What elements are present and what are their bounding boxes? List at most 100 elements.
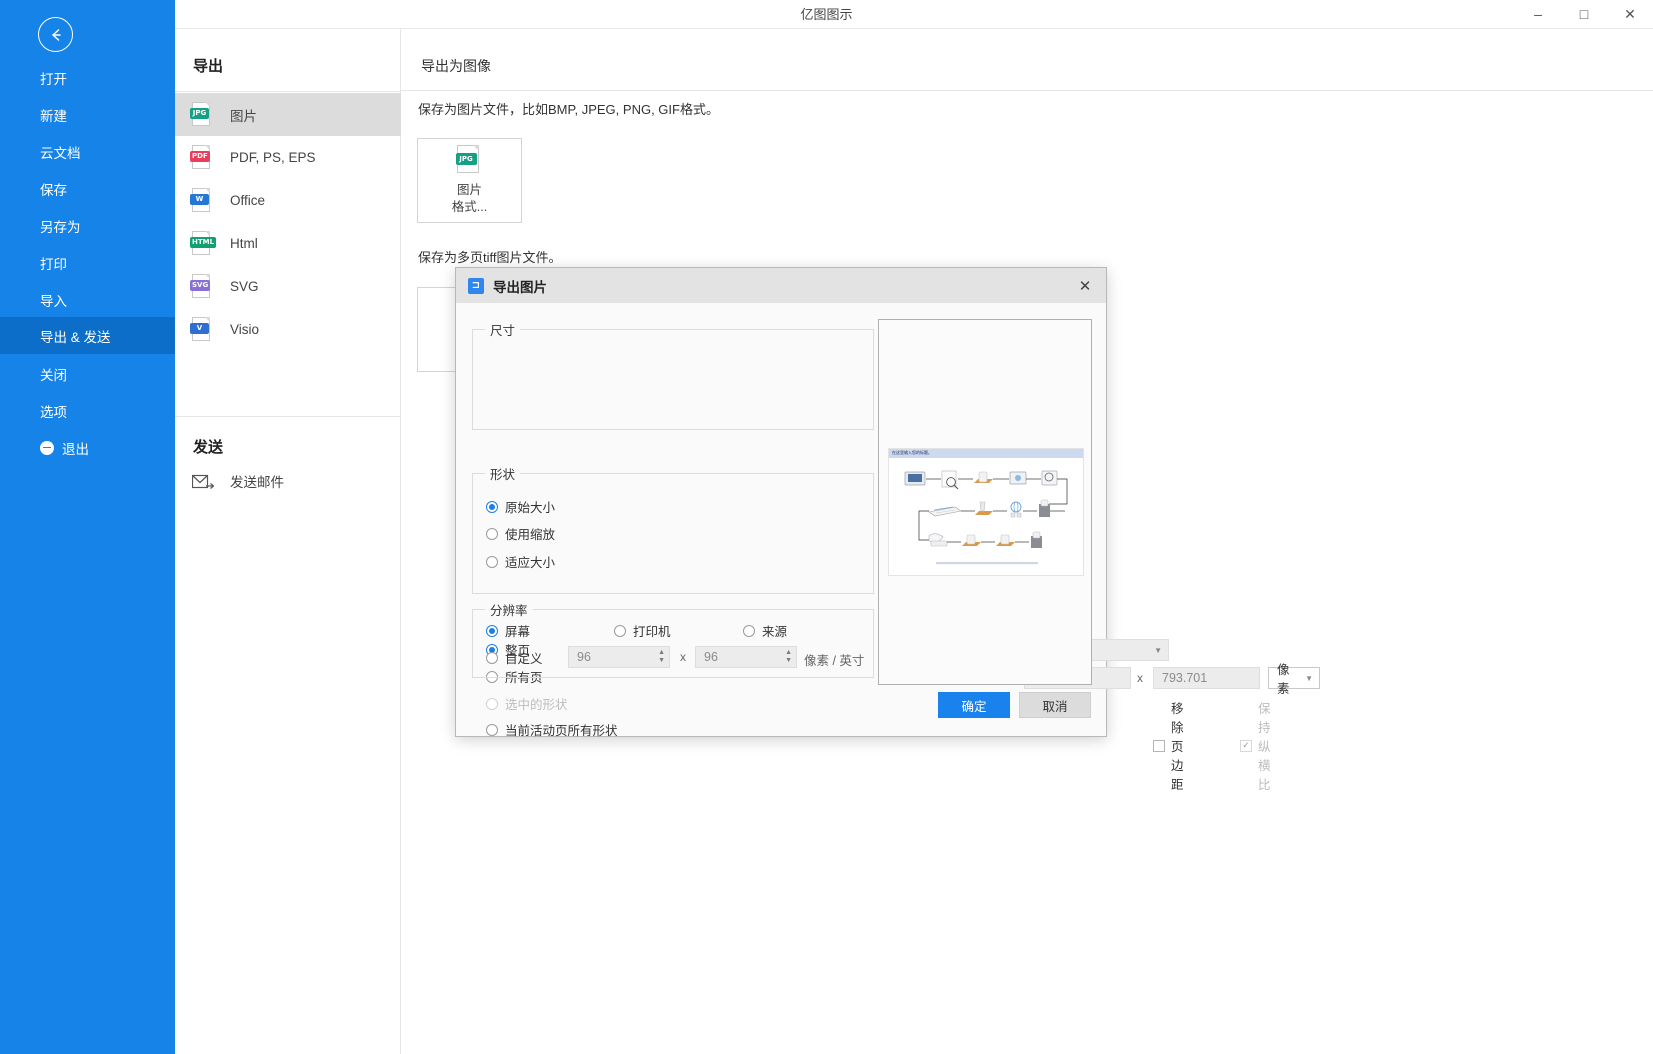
dialog-app-icon: ⊐ bbox=[468, 278, 484, 294]
dpi-y-stepper[interactable]: 96 ▲ ▼ bbox=[695, 646, 797, 668]
confirm-button[interactable]: 确定 bbox=[938, 692, 1010, 718]
radio-all-shapes-current-page[interactable]: 当前活动页所有形状 bbox=[486, 720, 618, 739]
resolution-group-legend: 分辨率 bbox=[485, 600, 533, 619]
sidebar-item-label: 云文档 bbox=[40, 142, 81, 162]
export-image-dialog: ⊐ 导出图片 ✕ 尺寸 原始大小 使用缩放 100% ▼ 适应大小 1122.5… bbox=[455, 267, 1107, 737]
dpi-y-value: 96 bbox=[704, 650, 718, 664]
maximize-button[interactable]: □ bbox=[1561, 0, 1607, 29]
jpg-file-icon: JPG bbox=[457, 145, 483, 175]
radio-printer[interactable]: 打印机 bbox=[614, 621, 671, 640]
format-item-label: Html bbox=[230, 236, 258, 251]
divider bbox=[175, 416, 401, 417]
app-title: 亿图图示 bbox=[0, 0, 1653, 29]
remove-margin-checkbox[interactable]: 移除页边距 bbox=[1153, 698, 1184, 793]
cancel-button[interactable]: 取消 bbox=[1019, 692, 1091, 718]
pdf-file-icon: PDF bbox=[192, 145, 214, 171]
chevron-down-icon: ▼ bbox=[1154, 646, 1162, 655]
visio-file-icon: V bbox=[192, 317, 214, 343]
tiff-export-description: 保存为多页tiff图片文件。 bbox=[418, 247, 562, 266]
radio-label: 打印机 bbox=[633, 621, 671, 640]
send-heading: 发送 bbox=[193, 436, 223, 457]
dialog-close-button[interactable]: ✕ bbox=[1064, 268, 1106, 303]
sidebar-item-cloud[interactable]: 云文档 bbox=[0, 133, 175, 170]
back-button[interactable] bbox=[38, 17, 73, 52]
radio-indicator bbox=[486, 652, 498, 664]
sidebar-item-label: 打开 bbox=[40, 68, 67, 88]
close-window-button[interactable]: ✕ bbox=[1607, 0, 1653, 29]
fit-height-input[interactable]: 793.701 bbox=[1153, 667, 1260, 689]
multiply-separator: x bbox=[680, 650, 686, 664]
html-file-icon: HTML bbox=[192, 231, 214, 257]
mail-send-icon bbox=[192, 473, 214, 490]
sidebar-item-exit[interactable]: 退出 bbox=[0, 429, 175, 466]
svg-file-icon: SVG bbox=[192, 274, 214, 300]
radio-source[interactable]: 来源 bbox=[743, 621, 787, 640]
spin-down-icon[interactable]: ▼ bbox=[785, 658, 792, 664]
sidebar-item-import[interactable]: 导入 bbox=[0, 281, 175, 318]
export-preview-pane: 在这里输入您的标题。 bbox=[878, 319, 1092, 685]
sidebar-item-label: 另存为 bbox=[40, 216, 81, 236]
minimize-button[interactable]: – bbox=[1515, 0, 1561, 29]
size-group-legend: 尺寸 bbox=[485, 320, 520, 339]
format-item-visio[interactable]: V Visio bbox=[175, 308, 401, 351]
sidebar-item-label: 打印 bbox=[40, 253, 67, 273]
jpg-tag: JPG bbox=[190, 108, 209, 119]
page-title: 导出为图像 bbox=[421, 56, 491, 76]
spin-up-icon[interactable]: ▲ bbox=[658, 650, 665, 656]
keep-aspect-ratio-checkbox: ✓ 保持纵横比 bbox=[1240, 698, 1271, 793]
preview-flowchart-graphic bbox=[889, 458, 1084, 576]
sidebar-item-print[interactable]: 打印 bbox=[0, 244, 175, 281]
sidebar-item-save-as[interactable]: 另存为 bbox=[0, 207, 175, 244]
radio-label: 选中的形状 bbox=[505, 694, 568, 713]
format-item-office[interactable]: W Office bbox=[175, 179, 401, 222]
stepper-arrows[interactable]: ▲ ▼ bbox=[658, 650, 665, 664]
image-export-description: 保存为图片文件，比如BMP, JPEG, PNG, GIF格式。 bbox=[418, 99, 719, 118]
unit-dropdown[interactable]: 像素 ▼ bbox=[1268, 667, 1320, 689]
radio-selected-shapes: 选中的形状 bbox=[486, 694, 568, 713]
radio-label: 来源 bbox=[762, 621, 787, 640]
format-item-pdf[interactable]: PDF PDF, PS, EPS bbox=[175, 136, 401, 179]
sidebar-item-label: 导出 & 发送 bbox=[40, 326, 111, 346]
backstage-sidebar: 打开 新建 云文档 保存 另存为 打印 导入 导出 & 发送 关闭 选项 退出 bbox=[0, 0, 175, 1054]
shape-group: 形状 bbox=[472, 464, 874, 594]
radio-screen[interactable]: 屏幕 bbox=[486, 621, 530, 640]
spin-down-icon[interactable]: ▼ bbox=[658, 658, 665, 664]
unit-value: 像素 bbox=[1277, 659, 1299, 697]
format-item-image[interactable]: JPG 图片 bbox=[175, 93, 401, 136]
checkbox-label: 保持纵横比 bbox=[1258, 698, 1271, 793]
send-mail-label: 发送邮件 bbox=[230, 471, 284, 491]
export-heading: 导出 bbox=[193, 55, 223, 76]
multiply-separator: x bbox=[1137, 671, 1143, 685]
tile-label-line2: 格式... bbox=[452, 200, 487, 214]
dpi-x-stepper[interactable]: 96 ▲ ▼ bbox=[568, 646, 670, 668]
sidebar-item-label: 选项 bbox=[40, 401, 67, 421]
format-item-label: SVG bbox=[230, 279, 259, 294]
stepper-arrows[interactable]: ▲ ▼ bbox=[785, 650, 792, 664]
send-mail-item[interactable]: 发送邮件 bbox=[192, 471, 284, 491]
arrow-left-icon bbox=[47, 26, 65, 44]
sidebar-item-open[interactable]: 打开 bbox=[0, 59, 175, 96]
dialog-title: 导出图片 bbox=[493, 276, 547, 296]
image-format-tile[interactable]: JPG 图片 格式... bbox=[417, 138, 522, 223]
format-item-html[interactable]: HTML Html bbox=[175, 222, 401, 265]
sidebar-item-save[interactable]: 保存 bbox=[0, 170, 175, 207]
spin-up-icon[interactable]: ▲ bbox=[785, 650, 792, 656]
radio-label: 当前活动页所有形状 bbox=[505, 720, 618, 739]
word-tag: W bbox=[190, 194, 209, 205]
format-item-label: 图片 bbox=[230, 105, 257, 125]
format-item-svg[interactable]: SVG SVG bbox=[175, 265, 401, 308]
sidebar-item-options[interactable]: 选项 bbox=[0, 392, 175, 429]
sidebar-item-label: 保存 bbox=[40, 179, 67, 199]
radio-custom-dpi[interactable]: 自定义 bbox=[486, 648, 543, 667]
chevron-down-icon: ▼ bbox=[1305, 674, 1313, 683]
radio-indicator bbox=[486, 698, 498, 710]
sidebar-item-label: 导入 bbox=[40, 290, 67, 310]
dialog-titlebar: ⊐ 导出图片 bbox=[456, 268, 1106, 303]
format-item-label: Visio bbox=[230, 322, 259, 337]
sidebar-item-new[interactable]: 新建 bbox=[0, 96, 175, 133]
sidebar-item-close[interactable]: 关闭 bbox=[0, 355, 175, 392]
sidebar-item-export-send[interactable]: 导出 & 发送 bbox=[0, 317, 175, 354]
checkbox-indicator bbox=[1153, 740, 1165, 752]
divider bbox=[175, 91, 401, 92]
sidebar-item-label: 新建 bbox=[40, 105, 67, 125]
